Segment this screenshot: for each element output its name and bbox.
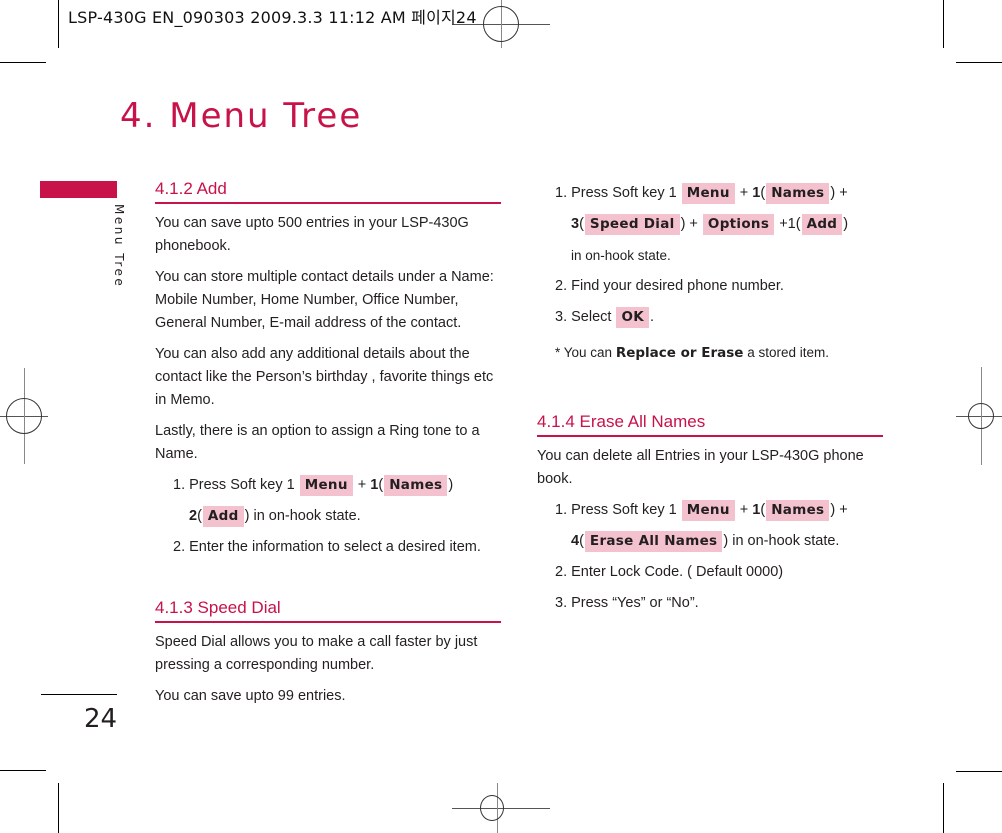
section-erase-all: 4.1.4 Erase All Names You can delete all… bbox=[537, 411, 883, 615]
paragraph: Lastly, there is an option to assign a R… bbox=[155, 423, 480, 462]
step-text: 1. Press Soft key 1 bbox=[555, 185, 677, 201]
key-menu: Menu bbox=[681, 500, 735, 521]
note-text: * You can bbox=[555, 345, 613, 360]
step-1: 1. Press Soft key 1 Menu + 1(Names) + bbox=[555, 499, 883, 522]
crop-mark bbox=[956, 62, 1002, 63]
key-speed-dial: Speed Dial bbox=[584, 214, 680, 235]
side-tab-bar bbox=[40, 181, 117, 198]
key-names: Names bbox=[384, 475, 448, 496]
paragraph: You can delete all Entries in your LSP-4… bbox=[537, 448, 864, 487]
step-number: 4 bbox=[571, 533, 580, 549]
crop-mark bbox=[0, 770, 46, 771]
registration-mark bbox=[483, 6, 519, 42]
step-text: . bbox=[650, 309, 655, 325]
page-number-rule bbox=[41, 694, 117, 695]
step-1-continued: 4(Erase All Names) in on-hook state. bbox=[571, 530, 883, 553]
plus-sign: + bbox=[357, 477, 367, 493]
key-menu: Menu bbox=[681, 183, 735, 204]
crop-mark bbox=[58, 0, 59, 48]
key-names: Names bbox=[766, 500, 830, 521]
registration-mark bbox=[968, 403, 994, 429]
section-title-speed-dial: 4.1.3 Speed Dial bbox=[155, 597, 501, 623]
key-names: Names bbox=[766, 183, 830, 204]
page-number: 24 bbox=[84, 704, 118, 734]
paragraph: You can save upto 99 entries. bbox=[155, 688, 346, 704]
section-add: 4.1.2 Add You can save upto 500 entries … bbox=[155, 178, 501, 559]
key-menu: Menu bbox=[299, 475, 353, 496]
step-number: 1 bbox=[370, 477, 379, 493]
paragraph: You can store multiple contact details u… bbox=[155, 269, 494, 331]
note: * You can Replace or Erase a stored item… bbox=[555, 341, 883, 365]
key-ok: OK bbox=[616, 307, 649, 328]
step-2: 2. Enter the information to select a des… bbox=[173, 539, 481, 555]
paragraph: You can also add any additional details … bbox=[155, 346, 494, 408]
step-1-continued: 2(Add) in on-hook state. bbox=[189, 505, 501, 528]
step-text: 1. Press Soft key 1 bbox=[173, 477, 295, 493]
step-1: 1. Press Soft key 1 Menu + 1(Names) bbox=[173, 474, 501, 497]
section-title-erase-all: 4.1.4 Erase All Names bbox=[537, 411, 883, 437]
key-erase-all-names: Erase All Names bbox=[584, 531, 723, 552]
paragraph: You can save upto 500 entries in your LS… bbox=[155, 215, 469, 254]
crop-mark bbox=[943, 0, 944, 48]
key-add: Add bbox=[202, 506, 244, 527]
step-3: 3. Select OK. bbox=[555, 306, 883, 329]
paragraph: Speed Dial allows you to make a call fas… bbox=[155, 634, 478, 673]
step-2: 2. Find your desired phone number. bbox=[555, 278, 784, 294]
registration-mark bbox=[6, 398, 42, 434]
print-slug: LSP-430G EN_090303 2009.3.3 11:12 AM 페이지… bbox=[68, 8, 477, 27]
side-running-label: Menu Tree bbox=[112, 204, 126, 289]
step-1-continued: 3(Speed Dial) + Options +1(Add) bbox=[571, 213, 883, 236]
step-number: 2 bbox=[189, 508, 198, 524]
step-text: in on-hook state. bbox=[732, 533, 840, 549]
section-title-add: 4.1.2 Add bbox=[155, 178, 501, 204]
speed-dial-steps: 1. Press Soft key 1 Menu + 1(Names) + 3(… bbox=[537, 182, 883, 365]
note-text: a stored item. bbox=[747, 345, 830, 360]
right-column: 1. Press Soft key 1 Menu + 1(Names) + 3(… bbox=[537, 182, 883, 623]
crop-mark bbox=[58, 783, 59, 833]
step-text: in on-hook state. bbox=[571, 248, 671, 263]
registration-mark bbox=[480, 795, 504, 821]
step-number: 1 bbox=[752, 502, 761, 518]
left-column: 4.1.2 Add You can save upto 500 entries … bbox=[155, 178, 501, 716]
step-2: 2. Enter Lock Code. ( Default 0000) bbox=[555, 564, 784, 580]
step-number: 1 bbox=[752, 185, 761, 201]
key-options: Options bbox=[702, 214, 775, 235]
step-1: 1. Press Soft key 1 Menu + 1(Names) + bbox=[555, 182, 883, 205]
step-number: 3 bbox=[571, 216, 580, 232]
step-number: +1 bbox=[779, 216, 796, 232]
key-add: Add bbox=[801, 214, 843, 235]
note-bold: Replace or Erase bbox=[615, 345, 744, 361]
page-title: 4. Menu Tree bbox=[120, 96, 363, 136]
step-text: 3. Select bbox=[555, 309, 612, 325]
step-3: 3. Press “Yes” or “No”. bbox=[555, 595, 699, 611]
step-text: in on-hook state. bbox=[253, 508, 361, 524]
crop-mark bbox=[0, 62, 46, 63]
crop-mark bbox=[956, 771, 1002, 772]
step-text: 1. Press Soft key 1 bbox=[555, 502, 677, 518]
section-speed-dial: 4.1.3 Speed Dial Speed Dial allows you t… bbox=[155, 597, 501, 708]
crop-mark bbox=[943, 783, 944, 833]
